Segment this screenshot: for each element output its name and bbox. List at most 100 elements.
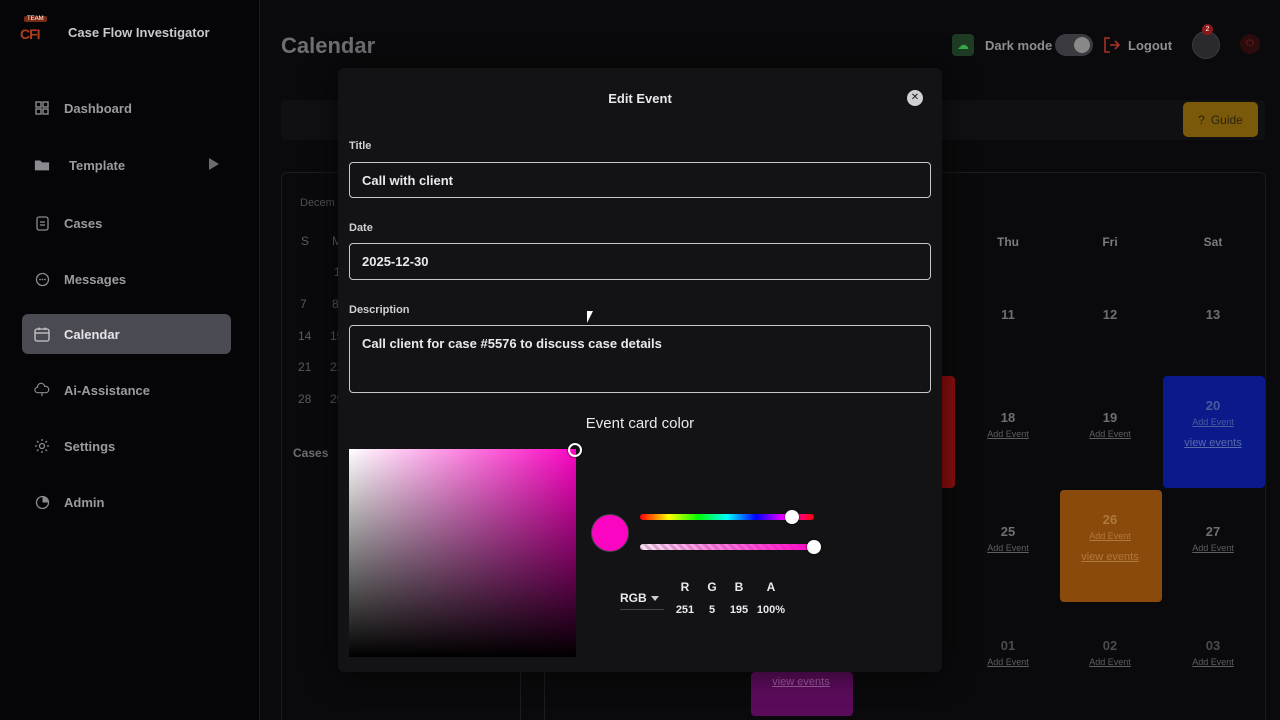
weekday-header: Thu xyxy=(997,235,1019,249)
day-number: 03 xyxy=(1205,638,1221,653)
sidebar-item-calendar[interactable]: Calendar xyxy=(22,314,231,354)
notification-badge: 2 xyxy=(1202,24,1213,35)
sidebar-item-label: Dashboard xyxy=(64,100,132,116)
view-events-link[interactable]: view events xyxy=(1163,437,1263,449)
calendar-day[interactable]: 01 Add Event xyxy=(958,638,1058,667)
mini-day[interactable]: 28 xyxy=(298,392,311,406)
sidebar-item-cases[interactable]: Cases xyxy=(22,203,231,243)
sidebar-item-ai-assistance[interactable]: Ai-Assistance xyxy=(22,370,231,410)
avatar[interactable] xyxy=(1192,31,1220,59)
day-number: 19 xyxy=(1102,410,1118,425)
calendar-day[interactable]: 03 Add Event xyxy=(1163,638,1263,667)
calendar-day[interactable]: 19 Add Event xyxy=(1060,410,1160,439)
logout-button[interactable]: Logout xyxy=(1128,38,1172,53)
folder-icon xyxy=(34,157,50,173)
weekday-header: Sat xyxy=(1203,235,1223,249)
sidebar-item-messages[interactable]: Messages xyxy=(22,259,231,299)
calendar-day[interactable]: 13 xyxy=(1163,307,1263,322)
document-icon xyxy=(34,215,50,231)
cloud-brain-icon xyxy=(34,382,50,398)
pie-chart-icon xyxy=(34,494,50,510)
day-number: 11 xyxy=(1001,307,1015,322)
app-root: TEAM CFI Case Flow Investigator Dashboar… xyxy=(0,0,1280,720)
toggle-knob xyxy=(1074,37,1090,53)
dark-mode-toggle[interactable] xyxy=(1055,34,1093,56)
add-event-link[interactable]: Add Event xyxy=(958,543,1058,553)
add-event-link[interactable]: Add Event xyxy=(1163,657,1263,667)
grid-icon xyxy=(34,100,50,116)
sidebar-item-template[interactable]: Template xyxy=(22,145,231,185)
view-events-link[interactable]: view events xyxy=(751,676,851,688)
add-event-link[interactable]: Add Event xyxy=(1163,543,1263,553)
channel-value-b[interactable]: 195 xyxy=(721,604,757,616)
calendar-day[interactable]: 18 Add Event xyxy=(958,410,1058,439)
title-input[interactable]: Call with client xyxy=(349,162,931,198)
calendar-day[interactable]: 02 Add Event xyxy=(1060,638,1160,667)
page-title: Calendar xyxy=(281,33,376,58)
sidebar-item-settings[interactable]: Settings xyxy=(22,426,231,466)
calendar-day[interactable]: 12 xyxy=(1060,307,1160,322)
power-icon[interactable]: ⏻ xyxy=(1240,34,1260,54)
color-section-title: Event card color xyxy=(585,415,695,432)
date-input[interactable]: 2025-12-30 xyxy=(349,243,931,280)
sidebar: TEAM CFI Case Flow Investigator Dashboar… xyxy=(0,0,260,720)
saturation-handle[interactable] xyxy=(568,443,582,457)
dark-mode-label: Dark mode xyxy=(985,38,1053,53)
date-label: Date xyxy=(349,222,373,234)
guide-button[interactable]: ? Guide xyxy=(1183,102,1258,137)
title-label: Title xyxy=(349,140,372,152)
sidebar-item-label: Calendar xyxy=(64,326,120,342)
view-events-link[interactable]: view events xyxy=(1060,551,1160,563)
alpha-thumb[interactable] xyxy=(807,540,821,554)
saturation-picker[interactable] xyxy=(349,443,582,657)
channel-value-a[interactable]: 100% xyxy=(753,604,789,616)
calendar-day[interactable]: 25 Add Event xyxy=(958,524,1058,553)
sidebar-item-label: Messages xyxy=(64,271,127,287)
sidebar-item-label: Ai-Assistance xyxy=(64,382,150,398)
description-textarea[interactable]: Call client for case #5576 to discuss ca… xyxy=(349,325,931,393)
day-number: 18 xyxy=(1000,410,1016,425)
add-event-link[interactable]: Add Event xyxy=(1060,429,1160,439)
day-number: 02 xyxy=(1102,638,1118,653)
cases-section-label: Cases xyxy=(293,446,329,460)
day-number: 12 xyxy=(1102,307,1118,322)
weekday-header: Fri xyxy=(1102,235,1118,249)
add-event-link[interactable]: Add Event xyxy=(958,429,1058,439)
channel-label-g: G xyxy=(707,580,717,594)
mini-day[interactable]: 7 xyxy=(300,297,307,311)
mini-day[interactable]: 14 xyxy=(298,329,311,343)
chat-icon xyxy=(34,271,50,287)
mini-calendar-month: Decem xyxy=(300,197,335,209)
app-logo: TEAM CFI xyxy=(18,16,54,46)
sidebar-item-label: Settings xyxy=(64,438,116,454)
calendar-icon xyxy=(34,326,50,342)
add-event-link[interactable]: Add Event xyxy=(958,657,1058,667)
hue-slider[interactable] xyxy=(640,510,814,524)
logo-badge: TEAM xyxy=(24,16,47,22)
edit-event-modal: Edit Event ✕ Title Call with client Date… xyxy=(338,68,942,672)
close-icon[interactable]: ✕ xyxy=(907,90,923,106)
day-number: 25 xyxy=(1000,524,1016,539)
expand-arrow-icon[interactable] xyxy=(209,158,219,170)
day-number: 20 xyxy=(1205,398,1221,413)
logo-letters: CFI xyxy=(20,26,41,42)
calendar-day[interactable]: 26 Add Event view events xyxy=(1060,512,1160,563)
gear-icon xyxy=(34,438,50,454)
calendar-day[interactable]: view events xyxy=(751,676,851,688)
calendar-day[interactable]: 27 Add Event xyxy=(1163,524,1263,553)
sidebar-item-admin[interactable]: Admin xyxy=(22,482,231,522)
add-event-link[interactable]: Add Event xyxy=(1060,657,1160,667)
sidebar-item-dashboard[interactable]: Dashboard xyxy=(22,88,231,128)
add-event-link[interactable]: Add Event xyxy=(1060,531,1160,541)
alpha-slider[interactable] xyxy=(640,540,821,554)
logout-icon[interactable] xyxy=(1103,36,1121,54)
calendar-day[interactable]: 20 Add Event view events xyxy=(1163,398,1263,449)
add-event-link[interactable]: Add Event xyxy=(1163,417,1263,427)
day-number: 13 xyxy=(1205,307,1221,322)
calendar-day[interactable]: 11 xyxy=(958,307,1058,322)
hue-thumb[interactable] xyxy=(785,510,799,524)
color-mode-select[interactable]: RGB xyxy=(620,591,664,610)
day-number: 27 xyxy=(1205,524,1221,539)
mini-day[interactable]: 21 xyxy=(298,360,311,374)
channel-label-b: B xyxy=(734,580,744,594)
